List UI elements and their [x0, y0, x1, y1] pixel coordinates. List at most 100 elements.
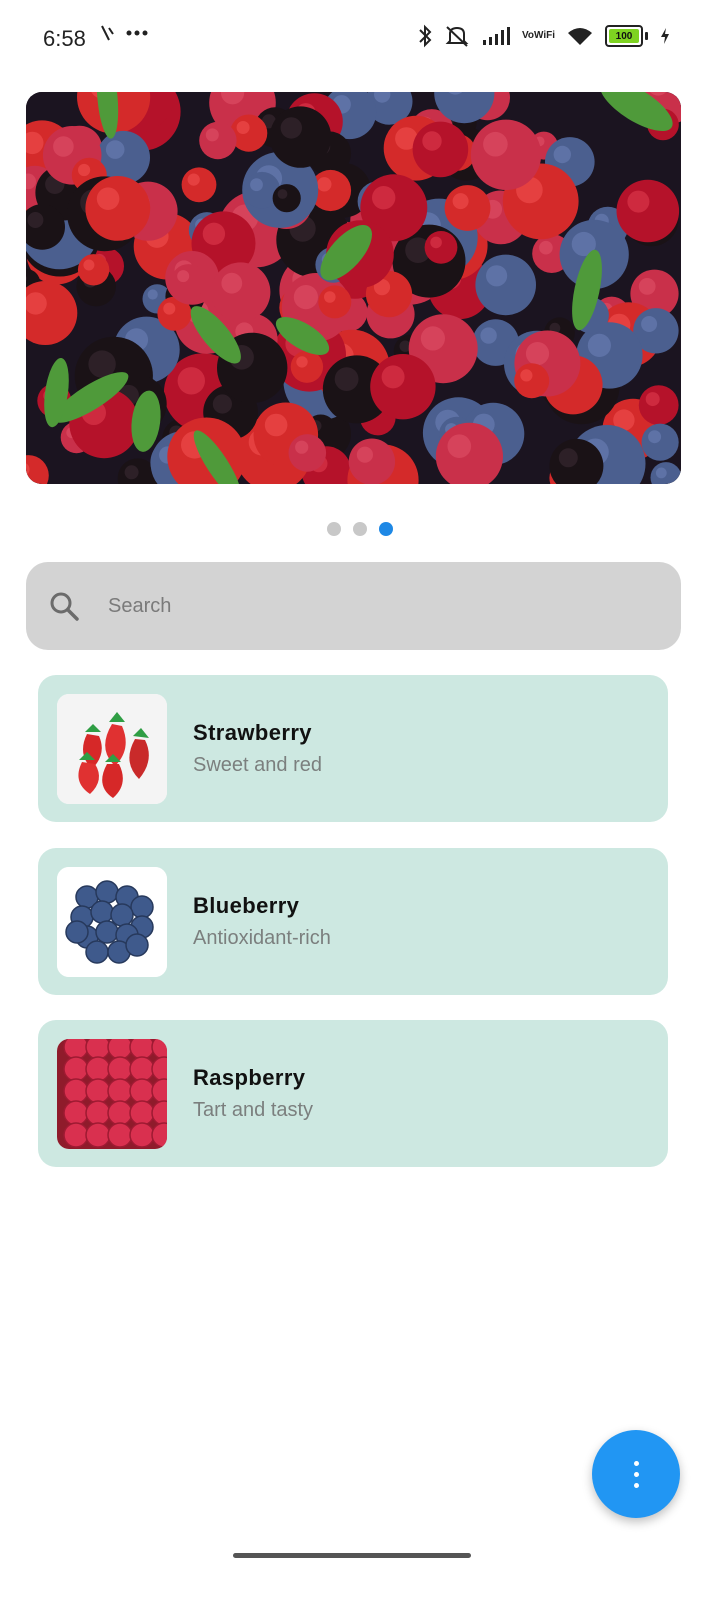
- berry-shape: [470, 119, 542, 190]
- berry-highlight: [627, 190, 650, 213]
- berry-highlight: [480, 327, 497, 344]
- berry-highlight: [202, 222, 226, 245]
- notification-icon: [101, 25, 114, 41]
- page-dot-1[interactable]: [327, 522, 341, 536]
- list-item-text: Raspberry Tart and tasty: [193, 1065, 313, 1122]
- berry-shape: [348, 438, 396, 484]
- raspberry-shape: [129, 1099, 155, 1126]
- status-left-icons: [100, 24, 148, 42]
- berry-highlight: [187, 173, 200, 186]
- berry-highlight: [447, 434, 472, 459]
- berry-highlight: [78, 163, 91, 177]
- status-right-icons: Vo WiFi 100: [418, 24, 670, 48]
- berry-highlight: [558, 448, 578, 468]
- berry-highlight: [88, 350, 116, 378]
- berry-highlight: [280, 117, 302, 139]
- raspberry-shape: [129, 1121, 155, 1148]
- berry-highlight: [124, 465, 139, 480]
- blueberry-thumbnail: [57, 866, 167, 977]
- berry-shape: [290, 350, 324, 383]
- search-bar[interactable]: [26, 562, 681, 650]
- more-notifications-icon: [126, 30, 148, 36]
- blueberry-shape: [130, 894, 154, 919]
- list-item-raspberry[interactable]: Raspberry Tart and tasty: [38, 1020, 668, 1167]
- raspberry-shape: [107, 1099, 133, 1126]
- berry-shape: [616, 179, 680, 243]
- page-dot-2[interactable]: [353, 522, 367, 536]
- raspberry-shape: [107, 1055, 133, 1082]
- berry-highlight: [177, 367, 205, 395]
- list-item-strawberry[interactable]: Strawberry Sweet and red: [38, 675, 668, 822]
- berry-highlight: [147, 289, 158, 300]
- berry-highlight: [96, 187, 120, 210]
- raspberry-shape: [107, 1077, 133, 1104]
- banner-carousel[interactable]: [26, 92, 681, 484]
- berry-shape: [288, 434, 327, 472]
- berry-shape: [475, 254, 536, 316]
- raspberry-shape: [63, 1038, 89, 1060]
- berry-highlight: [520, 369, 533, 382]
- raspberry-shape: [63, 1121, 89, 1148]
- wifi-icon: [567, 26, 593, 46]
- berry-shape: [514, 363, 550, 399]
- berry-shape: [638, 385, 679, 425]
- berry-highlight: [83, 259, 95, 271]
- berry-highlight: [372, 186, 396, 210]
- more-options-fab[interactable]: [592, 1430, 680, 1518]
- list-item-text: Blueberry Antioxidant-rich: [193, 893, 331, 950]
- signal-icon: [482, 26, 510, 46]
- battery-icon: 100: [605, 25, 648, 47]
- berry-highlight: [645, 392, 660, 407]
- berry-highlight: [553, 145, 571, 164]
- berry-shape: [444, 185, 491, 231]
- blueberry-shape: [110, 902, 134, 927]
- mute-icon: [444, 24, 470, 48]
- raspberry-shape: [107, 1038, 133, 1060]
- raspberry-shape: [129, 1038, 155, 1060]
- vowifi-indicator: Vo WiFi: [522, 31, 555, 41]
- strawberry-thumbnail: [57, 693, 167, 804]
- berry-shape: [211, 262, 271, 322]
- berry-highlight: [212, 394, 232, 414]
- berry-highlight: [641, 316, 658, 332]
- raspberry-shape: [63, 1099, 89, 1126]
- berry-highlight: [356, 446, 373, 463]
- vowifi-line-1: Vo: [521, 30, 534, 41]
- charging-icon: [660, 27, 670, 45]
- blueberry-shape: [95, 919, 119, 944]
- blueberry-shape: [90, 899, 114, 924]
- berry-highlight: [317, 177, 332, 192]
- berry-highlight: [324, 291, 336, 303]
- berry-highlight: [53, 136, 74, 157]
- berry-highlight: [250, 178, 263, 192]
- raspberry-shape: [85, 1077, 111, 1104]
- raspberry-thumbnail: [57, 1038, 167, 1149]
- berry-highlight: [587, 333, 612, 357]
- search-input[interactable]: [106, 593, 630, 619]
- bluetooth-icon: [418, 24, 432, 48]
- blueberry-shape: [95, 879, 119, 904]
- list-item-blueberry[interactable]: Blueberry Antioxidant-rich: [38, 848, 668, 995]
- raspberry-shape: [85, 1121, 111, 1148]
- raspberry-shape: [63, 1055, 89, 1082]
- berry-highlight: [422, 131, 442, 151]
- search-icon: [50, 592, 79, 621]
- berry-highlight: [655, 467, 667, 479]
- item-title: Strawberry: [193, 720, 312, 745]
- berry-shape: [85, 176, 151, 241]
- status-bar: 6:58 Vo WiFi 100: [0, 0, 720, 80]
- berry-highlight: [430, 236, 442, 249]
- item-title: Blueberry: [193, 893, 300, 918]
- berry-highlight: [27, 212, 44, 228]
- berry-shape: [171, 264, 206, 299]
- raspberry-shape: [129, 1077, 155, 1104]
- berry-highlight: [264, 413, 288, 437]
- page-dot-3[interactable]: [379, 522, 393, 536]
- home-indicator[interactable]: [233, 1553, 471, 1558]
- berry-shape: [269, 106, 332, 168]
- berry-highlight: [539, 240, 553, 255]
- berry-highlight: [105, 140, 125, 159]
- raspberry-shape: [107, 1121, 133, 1148]
- berry-shape: [181, 167, 217, 203]
- berry-highlight: [177, 270, 190, 283]
